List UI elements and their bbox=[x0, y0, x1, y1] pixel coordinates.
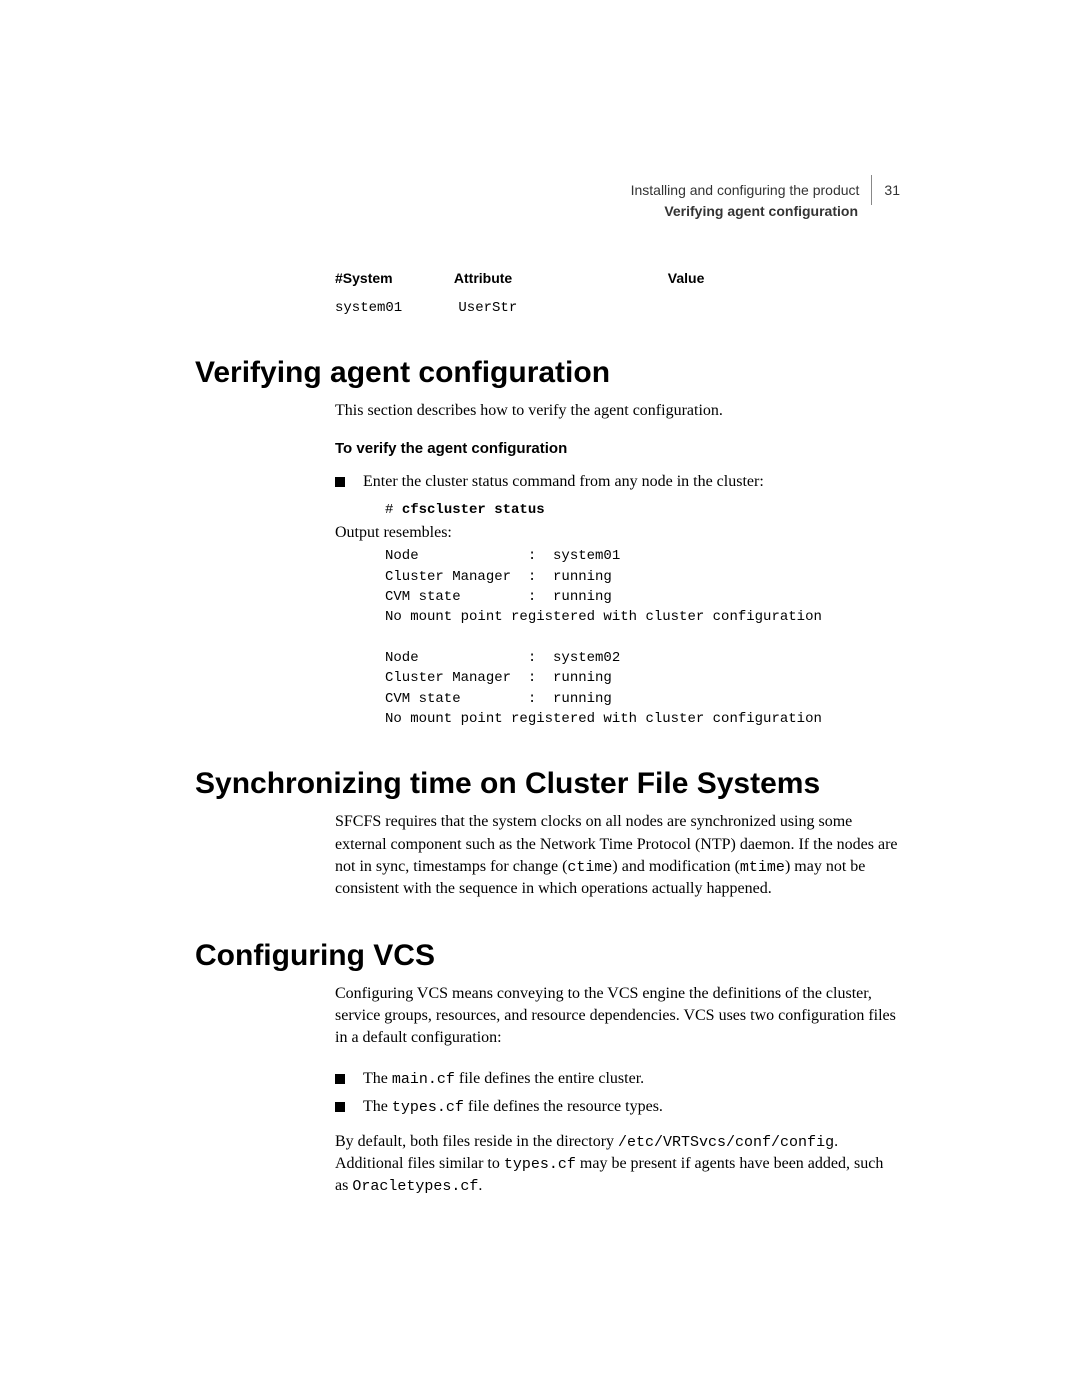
code-oracletypes: Oracletypes.cf bbox=[352, 1178, 478, 1195]
code-ctime: ctime bbox=[567, 859, 612, 876]
square-bullet-icon bbox=[335, 1074, 345, 1084]
vcs-paragraph-1: Configuring VCS means conveying to the V… bbox=[335, 983, 900, 1050]
code-types-cf: types.cf bbox=[392, 1099, 464, 1116]
square-bullet-icon bbox=[335, 477, 345, 487]
code-mtime: mtime bbox=[740, 859, 785, 876]
bullet-text: Enter the cluster status command from an… bbox=[363, 471, 900, 493]
code-config-dir: /etc/VRTSvcs/conf/config bbox=[618, 1134, 834, 1151]
td-system: system01 bbox=[335, 300, 450, 316]
header-chapter: Installing and configuring the product bbox=[631, 180, 860, 201]
th-value: Value bbox=[668, 270, 705, 286]
td-attribute: UserStr bbox=[458, 300, 668, 316]
attribute-table: #System Attribute Value system01 UserStr bbox=[335, 270, 900, 316]
header-section: Verifying agent configuration bbox=[195, 201, 858, 222]
vcs-paragraph-2: By default, both files reside in the dir… bbox=[335, 1131, 900, 1198]
page-container: Installing and configuring the product 3… bbox=[0, 0, 1080, 1198]
bullet-text: The types.cf file defines the resource t… bbox=[363, 1096, 900, 1118]
command-line: # cfscluster status bbox=[385, 500, 900, 520]
bullet-main-cf: The main.cf file defines the entire clus… bbox=[335, 1068, 900, 1090]
page-header: Installing and configuring the product 3… bbox=[195, 165, 900, 222]
text-a: By default, both files reside in the dir… bbox=[335, 1133, 618, 1150]
prompt: # bbox=[385, 502, 402, 518]
bullet-enter-command: Enter the cluster status command from an… bbox=[335, 471, 900, 493]
header-page-number: 31 bbox=[884, 180, 900, 201]
th-system: #System bbox=[335, 270, 450, 286]
sync-text-b: ) and modification ( bbox=[612, 858, 740, 875]
sync-paragraph: SFCFS requires that the system clocks on… bbox=[335, 811, 900, 901]
text-b: file defines the resource types. bbox=[464, 1098, 663, 1115]
command: cfscluster status bbox=[402, 502, 545, 518]
code-main-cf: main.cf bbox=[392, 1071, 455, 1088]
bullet-text: The main.cf file defines the entire clus… bbox=[363, 1068, 900, 1090]
heading-verifying-agent: Verifying agent configuration bbox=[195, 356, 900, 390]
text-b: file defines the entire cluster. bbox=[455, 1070, 644, 1087]
square-bullet-icon bbox=[335, 1102, 345, 1112]
intro-text: This section describes how to verify the… bbox=[335, 400, 900, 422]
output-resembles: Output resembles: bbox=[335, 522, 900, 544]
text-a: The bbox=[363, 1098, 392, 1115]
code-types-cf-2: types.cf bbox=[504, 1156, 576, 1173]
table-header-row: #System Attribute Value bbox=[335, 270, 900, 286]
header-divider bbox=[871, 175, 872, 205]
th-attribute: Attribute bbox=[454, 270, 664, 286]
text-a: The bbox=[363, 1070, 392, 1087]
text-d: . bbox=[478, 1177, 482, 1194]
subhead-to-verify: To verify the agent configuration bbox=[335, 440, 900, 457]
heading-synchronizing-time: Synchronizing time on Cluster File Syste… bbox=[195, 767, 900, 801]
bullet-types-cf: The types.cf file defines the resource t… bbox=[335, 1096, 900, 1118]
command-output: Node : system01 Cluster Manager : runnin… bbox=[385, 546, 900, 729]
heading-configuring-vcs: Configuring VCS bbox=[195, 939, 900, 973]
table-row: system01 UserStr bbox=[335, 300, 900, 316]
